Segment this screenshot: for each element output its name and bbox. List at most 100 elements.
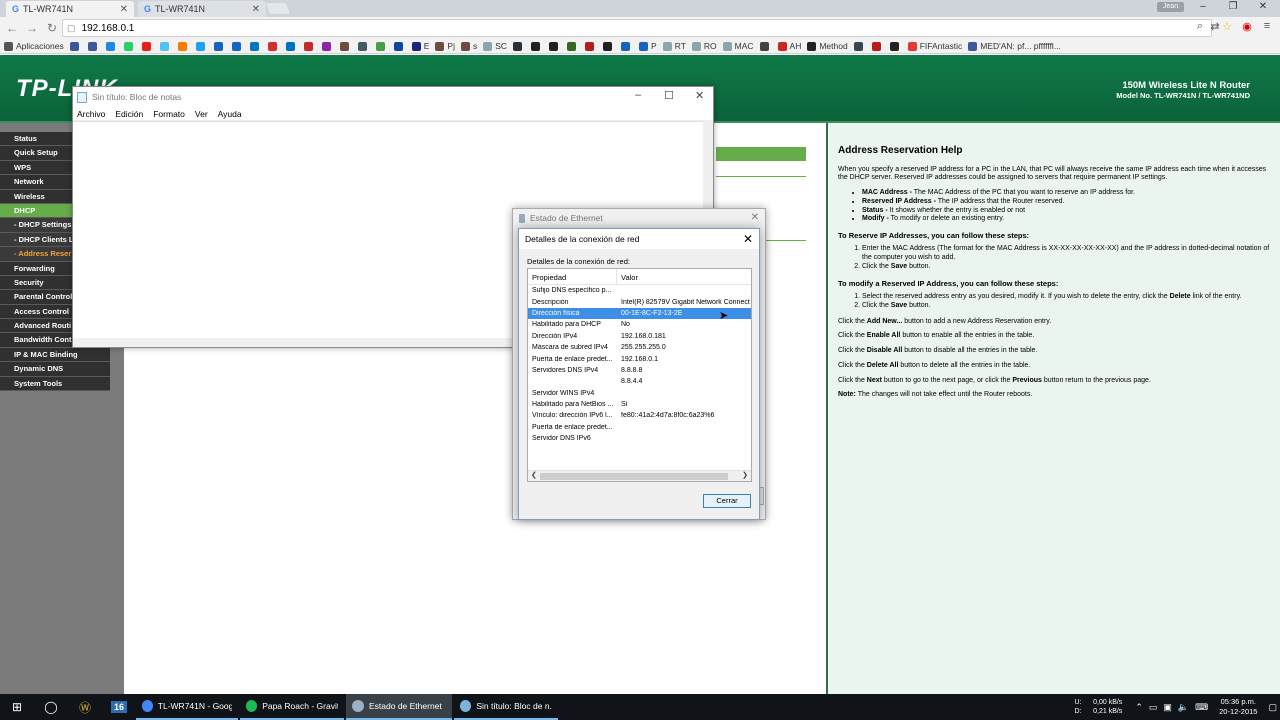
close-tab-icon[interactable]: ✕ xyxy=(120,4,128,15)
search-icon[interactable]: ⌕ xyxy=(1193,20,1207,33)
column-property[interactable]: Propiedad xyxy=(528,269,617,284)
bookmark-item[interactable] xyxy=(123,41,136,51)
list-item[interactable]: Puerta de enlace predet... xyxy=(528,422,751,433)
bookmark-item[interactable] xyxy=(375,41,388,51)
connection-details-dialog[interactable]: Detalles de la conexión de red ✕ Detalle… xyxy=(518,228,760,520)
bookmark-item[interactable]: FIFAntastic xyxy=(907,41,962,51)
bookmark-item[interactable] xyxy=(853,41,866,51)
bookmark-item[interactable] xyxy=(195,41,208,51)
close-icon[interactable]: ✕ xyxy=(1252,1,1274,12)
details-list[interactable]: Propiedad Valor Sufijo DNS específico p.… xyxy=(527,268,752,482)
bookmark-item[interactable] xyxy=(69,41,82,51)
menu-ayuda[interactable]: Ayuda xyxy=(218,109,242,119)
reload-icon[interactable]: ↻ xyxy=(44,21,60,35)
list-item[interactable]: Sufijo DNS específico p... xyxy=(528,285,751,296)
bookmark-item[interactable]: SC xyxy=(483,41,507,51)
menu-archivo[interactable]: Archivo xyxy=(77,109,105,119)
list-item[interactable]: Servidor DNS IPv6 xyxy=(528,433,751,444)
minimize-icon[interactable]: – xyxy=(635,89,641,101)
bookmark-item[interactable]: RO xyxy=(691,41,717,51)
bookmark-item[interactable]: Method xyxy=(807,41,848,51)
back-icon[interactable]: ← xyxy=(4,21,20,35)
clock[interactable]: 05:36 p.m. 20-12-2015 xyxy=(1219,697,1257,717)
ethernet-titlebar[interactable]: Estado de Ethernet xyxy=(513,209,765,227)
router-menu-item[interactable]: Dynamic DNS xyxy=(0,362,110,377)
horizontal-scrollbar[interactable]: ❮ ❯ xyxy=(528,470,751,481)
new-tab-button[interactable] xyxy=(265,3,291,14)
bookmark-item[interactable]: MED'AN: pf... pffffffl... xyxy=(968,41,1061,51)
list-item[interactable]: Descripción Intel(R) 82579V Gigabit Netwo… xyxy=(528,296,751,307)
windows-start-icon[interactable]: ⊞ xyxy=(0,694,34,720)
address-bar[interactable]: ▢ 192.168.0.1 xyxy=(62,19,1212,37)
bookmark-item[interactable] xyxy=(621,41,633,51)
taskbar-app[interactable]: Papa Roach - Gravity xyxy=(240,694,344,720)
details-titlebar[interactable]: Detalles de la conexión de red xyxy=(519,229,759,249)
list-item[interactable]: 8.8.4.4 xyxy=(528,376,751,387)
bookmark-item[interactable] xyxy=(393,41,406,51)
list-item[interactable]: Puerta de enlace predet... 192.168.0.1 xyxy=(528,353,751,364)
close-icon[interactable]: ✕ xyxy=(695,89,704,102)
bookmark-item[interactable]: Aplicaciones xyxy=(4,41,64,51)
forward-icon[interactable]: → xyxy=(24,21,40,35)
bookmark-item[interactable] xyxy=(213,41,226,51)
bookmark-item[interactable] xyxy=(531,41,543,51)
bookmark-item[interactable] xyxy=(285,41,298,51)
bookmark-item[interactable] xyxy=(105,41,118,51)
close-icon[interactable]: ✕ xyxy=(751,212,759,223)
taskbar-app[interactable]: Estado de Ethernet xyxy=(346,694,452,720)
menu-ver[interactable]: Ver xyxy=(195,109,208,119)
bookmark-item[interactable] xyxy=(549,41,561,51)
menu-formato[interactable]: Formato xyxy=(153,109,185,119)
browser-tab-active[interactable]: G TL-WR741N ✕ xyxy=(6,1,134,17)
network-icon[interactable]: ▣ xyxy=(1163,702,1172,713)
bookmark-item[interactable] xyxy=(87,41,100,51)
bookmark-item[interactable] xyxy=(513,41,525,51)
bookmark-item[interactable] xyxy=(141,41,154,51)
volume-icon[interactable]: 🔈 xyxy=(1178,702,1189,713)
bookmark-item[interactable] xyxy=(321,41,334,51)
router-menu-item[interactable]: IP & MAC Binding xyxy=(0,347,110,363)
scroll-right-icon[interactable]: ❯ xyxy=(742,471,748,479)
list-item[interactable]: Servidores DNS IPv4 8.8.8.8 xyxy=(528,365,751,376)
menu-edicion[interactable]: Edición xyxy=(115,109,143,119)
bookmark-item[interactable]: RT xyxy=(662,41,686,51)
list-item[interactable]: Servidor WINS IPv4 xyxy=(528,388,751,399)
list-item[interactable]: Habilitado para DHCP No xyxy=(528,319,751,330)
profile-button[interactable]: Jean xyxy=(1157,2,1184,12)
chevron-up-icon[interactable]: ⌃ xyxy=(1135,702,1143,713)
list-item[interactable]: Máscara de subred IPv4 255.255.255.0 xyxy=(528,342,751,353)
bookmark-item[interactable] xyxy=(231,41,244,51)
browser-tab[interactable]: G TL-WR741N ✕ xyxy=(138,1,266,17)
taskbar-app[interactable]: Sin título: Bloc de n... xyxy=(454,694,558,720)
bookmark-item[interactable] xyxy=(303,41,316,51)
bookmark-item[interactable] xyxy=(177,41,190,51)
router-menu-item[interactable]: System Tools xyxy=(0,376,110,392)
bookmark-item[interactable] xyxy=(357,41,370,51)
bookmark-item[interactable] xyxy=(871,41,884,51)
scrollbar-thumb[interactable] xyxy=(540,473,728,480)
scroll-left-icon[interactable]: ❮ xyxy=(531,471,537,479)
bookmark-item[interactable]: E xyxy=(411,41,429,51)
list-item[interactable]: Vínculo: dirección IPv6 l... fe80::41a2:4… xyxy=(528,410,751,421)
maximize-icon[interactable]: ☐ xyxy=(664,89,674,102)
bookmark-item[interactable]: AH xyxy=(777,41,801,51)
column-value[interactable]: Valor xyxy=(617,269,642,284)
taskbar-app[interactable]: TL-WR741N - Goog... xyxy=(136,694,238,720)
close-button[interactable]: Cerrar xyxy=(703,494,751,508)
bookmark-item[interactable] xyxy=(339,41,352,51)
list-item[interactable]: Habilitado para NetBios ... Sí xyxy=(528,399,751,410)
battery-icon[interactable]: ▭ xyxy=(1149,702,1158,713)
menu-icon[interactable]: ≡ xyxy=(1260,20,1274,32)
bookmark-item[interactable]: Pj xyxy=(435,41,455,51)
notifications-icon[interactable]: ▢ xyxy=(1268,702,1277,713)
bookmark-item[interactable] xyxy=(159,41,172,51)
pinned-app-icon[interactable]: 16 xyxy=(102,694,136,720)
bookmark-item[interactable] xyxy=(603,41,615,51)
close-icon[interactable]: ✕ xyxy=(743,232,753,246)
restore-icon[interactable]: ❐ xyxy=(1222,1,1244,12)
cortana-icon[interactable]: ◯ xyxy=(34,694,68,720)
star-icon[interactable]: ☆ xyxy=(1220,20,1234,33)
wow-icon[interactable]: Ⓦ xyxy=(68,694,102,720)
bookmark-item[interactable]: s xyxy=(460,41,477,51)
bookmark-item[interactable] xyxy=(585,41,597,51)
